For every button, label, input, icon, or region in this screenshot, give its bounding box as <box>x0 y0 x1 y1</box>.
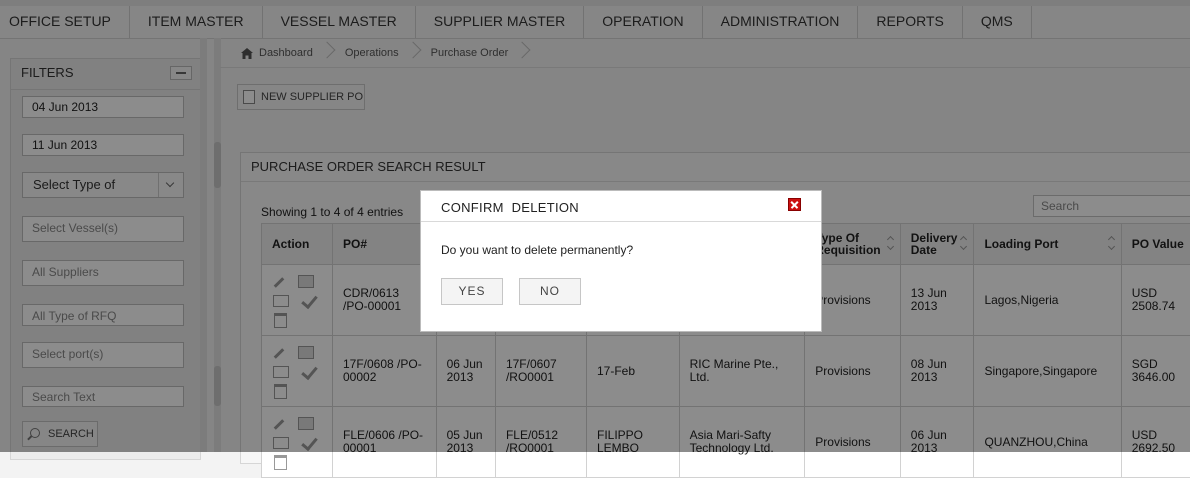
yes-button[interactable]: YES <box>441 278 503 305</box>
dialog-message: Do you want to delete permanently? <box>441 243 633 257</box>
dialog-header: CONFIRM DELETION <box>421 191 821 222</box>
confirm-deletion-dialog: CONFIRM DELETION Do you want to delete p… <box>420 190 822 332</box>
dialog-title: CONFIRM DELETION <box>441 200 579 215</box>
no-button[interactable]: NO <box>519 278 581 305</box>
delete-icon[interactable] <box>274 455 287 470</box>
close-icon[interactable] <box>788 198 801 211</box>
